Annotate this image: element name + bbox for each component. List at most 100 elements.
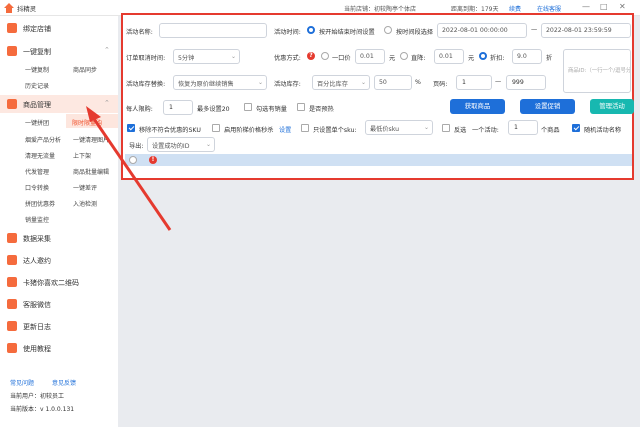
page-from-value: 1	[462, 79, 466, 86]
flash-sale-form: 活动名称: 活动时间: 按开始结束时间设置 按时间段选择 2022-08-01 …	[121, 13, 634, 180]
select-all-radio[interactable]	[129, 156, 137, 164]
zhe-unit: 折	[546, 55, 553, 62]
limit-stepper[interactable]: 1	[163, 100, 193, 115]
activity-stock-select[interactable]: 百分比库存 ⌄	[312, 75, 370, 90]
sidebar-item-invite[interactable]: 达人邀约	[0, 251, 118, 269]
sidebar: 绑定店铺 一键复制 ⌃ 一键复制 商品同步 历史记录 商品管理 ⌃ 一键拼团 限…	[0, 16, 118, 427]
sub-item-sync[interactable]: 商品同步	[73, 65, 97, 74]
start-time-input[interactable]: 2022-08-01 00:00:00	[437, 23, 527, 38]
per-activity-stepper[interactable]: 1	[508, 120, 538, 135]
feedback-link[interactable]: 意见反馈	[52, 378, 76, 387]
sub-item-batch-edit[interactable]: 商品批量编辑	[73, 167, 109, 176]
sidebar-item-service[interactable]: 客服微信	[0, 295, 118, 313]
manage-activity-button[interactable]: 管理活动	[590, 99, 634, 114]
one-price-input[interactable]: 0.01	[355, 49, 385, 64]
sub-item-code-convert[interactable]: 口令转换	[25, 183, 49, 192]
invert-checkbox[interactable]	[442, 124, 450, 132]
app-title: 抖精灵	[17, 5, 37, 13]
stock-percent-input[interactable]: 50	[374, 75, 412, 90]
activity-name-input[interactable]	[159, 23, 267, 38]
direct-down-input[interactable]: 0.01	[434, 49, 464, 64]
warning-icon: !	[149, 156, 157, 164]
single-sku-label: 只设置单个sku:	[313, 127, 357, 134]
log-icon	[7, 321, 17, 331]
sub-item-clean-no-traffic[interactable]: 清理无流量	[25, 151, 55, 160]
per-activity-value: 1	[514, 124, 518, 131]
renew-link[interactable]: 续费	[509, 4, 521, 13]
sidebar-item-bind-shop[interactable]: 绑定店铺	[0, 19, 118, 37]
presale-label: 是否预热	[309, 106, 334, 113]
presale-checkbox[interactable]	[297, 103, 305, 111]
discount-label: 折扣:	[490, 55, 505, 62]
sidebar-item-goods[interactable]: 商品管理 ⌃	[0, 95, 118, 113]
remove-sku-checkbox[interactable]	[127, 124, 135, 132]
sub-item-product-analysis[interactable]: 烟爱产品分析	[25, 135, 61, 144]
sub-item-pool-check[interactable]: 入池检测	[73, 199, 97, 208]
sub-item-dropship[interactable]: 代发管理	[25, 167, 49, 176]
one-price-label: 一口价	[332, 55, 351, 62]
table-header-bar: !	[125, 154, 632, 166]
random-name-checkbox[interactable]	[572, 124, 580, 132]
sidebar-item-label: 商品管理	[23, 101, 51, 109]
sidebar-item-tutorial[interactable]: 使用教程	[0, 339, 118, 357]
sidebar-item-changelog[interactable]: 更新日志	[0, 317, 118, 335]
one-price-radio[interactable]	[321, 52, 329, 60]
sidebar-item-qrcode[interactable]: 卡猪你喜欢二维码	[0, 273, 118, 291]
sub-item-copy[interactable]: 一键复制	[25, 65, 49, 74]
store-icon	[7, 23, 17, 33]
discount-input[interactable]: 9.0	[512, 49, 542, 64]
limit-label: 每人限购:	[126, 106, 153, 113]
qrcode-icon	[7, 277, 17, 287]
time-mode-radio-period[interactable]	[384, 26, 392, 34]
sidebar-item-data-collect[interactable]: 数据采集	[0, 229, 118, 247]
page-separator: —	[495, 78, 502, 85]
sub-item-sales-monitor[interactable]: 销量监控	[25, 215, 49, 224]
discount-radio[interactable]	[479, 52, 487, 60]
help-icon[interactable]: ?	[307, 52, 315, 60]
order-cancel-select[interactable]: 5分钟 ⌄	[173, 49, 240, 64]
sidebar-item-label: 达人邀约	[23, 257, 51, 265]
tiered-setting-link[interactable]: 设置	[279, 125, 291, 134]
sub-item-history[interactable]: 历史记录	[25, 81, 49, 90]
online-service-link[interactable]: 在线客服	[537, 4, 561, 13]
per-activity-label: 一个活动:	[472, 127, 499, 134]
end-time-input[interactable]: 2022-08-01 23:59:59	[541, 23, 631, 38]
single-sku-select[interactable]: 最低价sku ⌄	[365, 120, 433, 135]
page-from-stepper[interactable]: 1	[456, 75, 492, 90]
chevron-down-icon: ⌄	[360, 79, 366, 86]
sold-checkbox[interactable]	[244, 103, 252, 111]
sub-item-group-buy[interactable]: 一键拼团	[25, 118, 49, 127]
order-cancel-value: 5分钟	[178, 55, 195, 62]
export-select[interactable]: 设置成功的ID ⌄	[147, 137, 215, 152]
sub-item-flash-sale[interactable]: 限时限量购	[72, 118, 102, 127]
tiered-checkbox[interactable]	[212, 124, 220, 132]
single-sku-value: 最低价sku	[370, 126, 400, 133]
page-to-stepper[interactable]: 999	[506, 75, 546, 90]
close-button[interactable]: ✕	[619, 2, 626, 11]
maximize-button[interactable]: □	[600, 2, 608, 11]
faq-link[interactable]: 常见问题	[10, 378, 34, 387]
data-icon	[7, 233, 17, 243]
product-id-textarea[interactable]: 商品ID:（一行一个/逗号分隔）	[563, 49, 631, 93]
single-sku-checkbox[interactable]	[301, 124, 309, 132]
get-goods-button[interactable]: 获取商品	[450, 99, 505, 114]
sidebar-item-label: 一键复制	[23, 48, 51, 56]
time-mode-radio-range[interactable]	[307, 26, 315, 34]
sub-item-clean-images[interactable]: 一键清理图片	[73, 135, 109, 144]
stock-replace-select[interactable]: 恢复为原价继续销售 ⌄	[173, 75, 267, 90]
sub-item-bad-review[interactable]: 一键差评	[73, 183, 97, 192]
sub-item-coupon[interactable]: 拼团优惠券	[25, 199, 55, 208]
direct-down-label: 直降:	[411, 55, 426, 62]
minimize-button[interactable]: —	[582, 2, 590, 11]
chevron-up-icon: ⌃	[104, 46, 110, 54]
set-promo-button[interactable]: 设置促销	[520, 99, 575, 114]
direct-down-radio[interactable]	[400, 52, 408, 60]
sidebar-item-label: 客服微信	[23, 301, 51, 309]
page-to-value: 999	[512, 79, 524, 86]
sidebar-item-copy[interactable]: 一键复制 ⌃	[0, 42, 118, 60]
tiered-label: 启用阶梯价格秒杀	[224, 127, 274, 134]
chevron-down-icon: ⌄	[205, 141, 211, 148]
sub-item-shelf[interactable]: 上下架	[73, 151, 91, 160]
activity-time-label: 活动时间:	[274, 29, 301, 36]
order-cancel-label: 订单取消时间:	[126, 55, 166, 62]
